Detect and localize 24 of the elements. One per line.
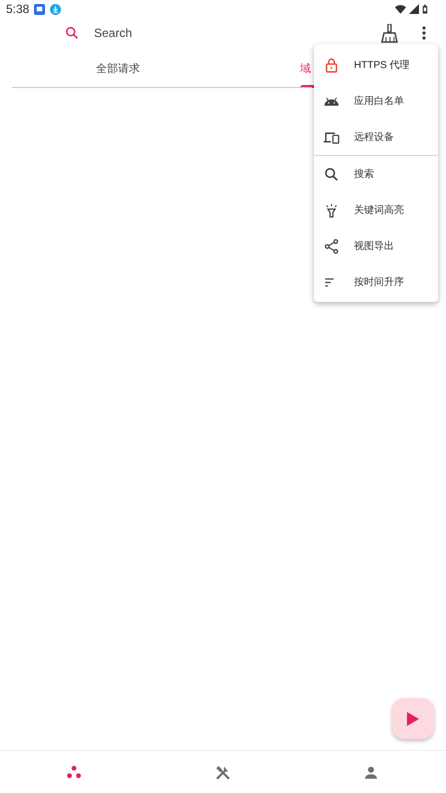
lock-icon [323, 56, 340, 74]
app-notification-icon [34, 4, 46, 14]
download-notification-icon [50, 4, 62, 14]
menu-item[interactable]: 应用白名单 [314, 83, 438, 119]
menu-item[interactable]: 按时间升序 [314, 264, 438, 300]
search-field[interactable]: Search [94, 24, 314, 42]
status-time: 5:38 [6, 1, 30, 18]
menu-item[interactable]: 视图导出 [314, 228, 438, 264]
broom-icon[interactable] [381, 24, 399, 43]
share-icon [323, 238, 340, 254]
more-icon[interactable] [421, 26, 427, 40]
menu-item[interactable]: 搜索 [314, 156, 438, 192]
play-button[interactable] [392, 698, 434, 739]
menu-item[interactable]: 关键词高亮 [314, 192, 438, 228]
wifi-icon [395, 4, 406, 14]
menu-item[interactable]: 远程设备 [314, 119, 438, 155]
menu-item[interactable]: HTTPS 代理 [314, 47, 438, 83]
search-icon [64, 25, 80, 41]
tab[interactable]: 全部请求 [96, 61, 140, 78]
search-icon [323, 166, 340, 182]
battery-icon [422, 3, 428, 15]
play-icon [407, 712, 419, 726]
tab[interactable]: 域 [300, 61, 311, 78]
signal-icon [409, 4, 419, 14]
